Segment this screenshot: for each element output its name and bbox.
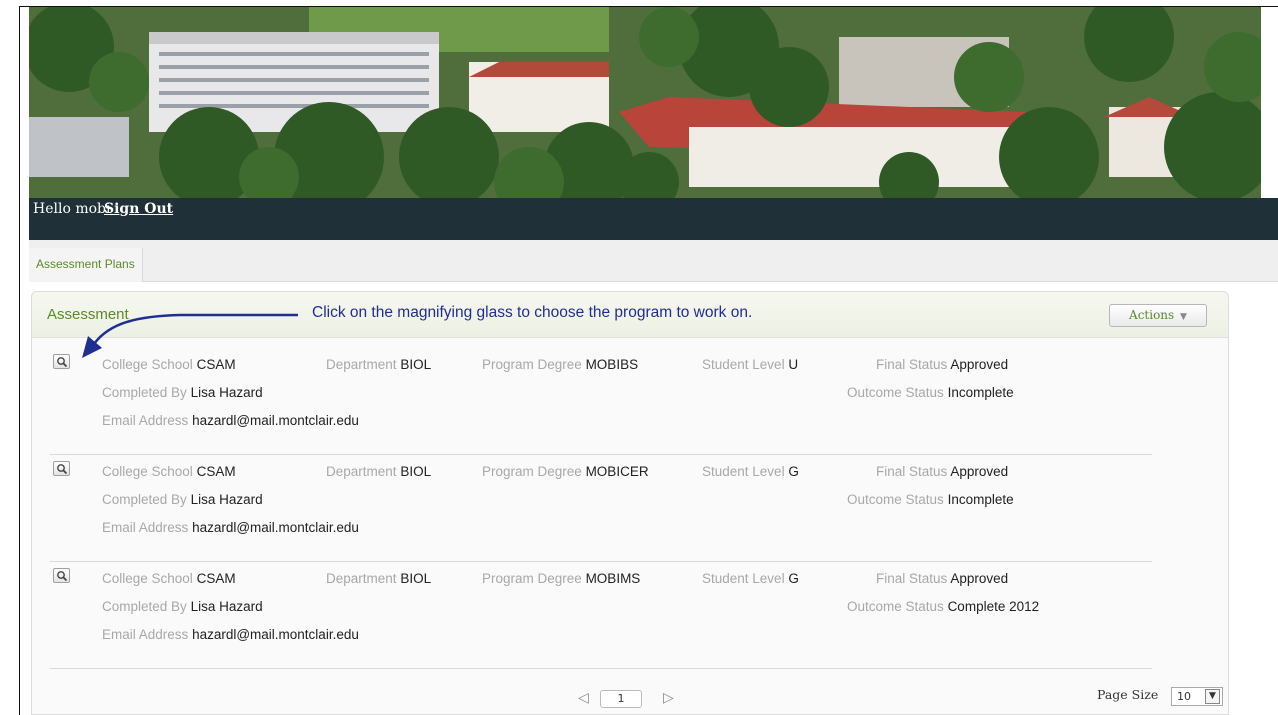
department-field: Department BIOL [326,571,432,586]
college-school-field: College School CSAM [102,571,236,586]
email-address-field: Email Address hazardl@mail.montclair.edu [102,413,359,428]
final-status-field: Final Status Approved [876,571,1009,586]
prev-page-button[interactable]: ◁ [578,690,589,706]
page-size-value: 10 [1177,690,1191,703]
outcome-status-field: Outcome Status Complete 2012 [847,599,1040,614]
outcome-status-field: Outcome Status Incomplete [847,492,1014,507]
sign-out-link[interactable]: Sign Out [104,201,173,217]
chevron-down-icon[interactable]: ▼ [1205,689,1220,704]
greeting-text: Hello mobi [33,201,111,217]
completed-by-field: Completed By Lisa Hazard [102,599,263,614]
instruction-annotation: Click on the magnifying glass to choose … [312,304,753,321]
program-degree-field: Program Degree MOBIBS [482,357,639,372]
program-degree-field: Program Degree MOBICER [482,464,649,479]
next-page-button[interactable]: ▷ [663,690,674,706]
department-field: Department BIOL [326,357,432,372]
college-school-field: College School CSAM [102,464,236,479]
chevron-down-icon: ▼ [1180,312,1187,322]
final-status-field: Final Status Approved [876,464,1009,479]
completed-by-field: Completed By Lisa Hazard [102,385,263,400]
tab-assessment-plans[interactable]: Assessment Plans [29,248,143,282]
campus-banner-image [29,7,1261,198]
completed-by-field: Completed By Lisa Hazard [102,492,263,507]
magnifying-glass-icon[interactable] [53,461,70,476]
current-page-input[interactable]: 1 [600,690,642,708]
program-degree-field: Program Degree MOBIMS [482,571,641,586]
magnifying-glass-icon[interactable] [53,568,70,583]
actions-label: Actions [1129,308,1175,322]
page-size-label: Page Size [1097,687,1159,702]
outcome-status-field: Outcome Status Incomplete [847,385,1014,400]
list-item: College School CSAM Department BIOL Prog… [50,455,1152,562]
tab-strip: Assessment Plans [29,240,1278,282]
email-address-field: Email Address hazardl@mail.montclair.edu [102,520,359,535]
list-item: College School CSAM Department BIOL Prog… [50,562,1152,669]
page-size-select[interactable]: 10 ▼ [1171,687,1223,706]
final-status-field: Final Status Approved [876,357,1009,372]
magnifying-glass-icon[interactable] [53,354,70,369]
student-level-field: Student Level G [702,464,799,479]
department-field: Department BIOL [326,464,432,479]
actions-button[interactable]: Actions ▼ [1109,304,1207,327]
email-address-field: Email Address hazardl@mail.montclair.edu [102,627,359,642]
user-bar: Hello mobi Sign Out [29,198,1278,240]
student-level-field: Student Level U [702,357,799,372]
student-level-field: Student Level G [702,571,799,586]
annotation-arrow [82,313,298,358]
